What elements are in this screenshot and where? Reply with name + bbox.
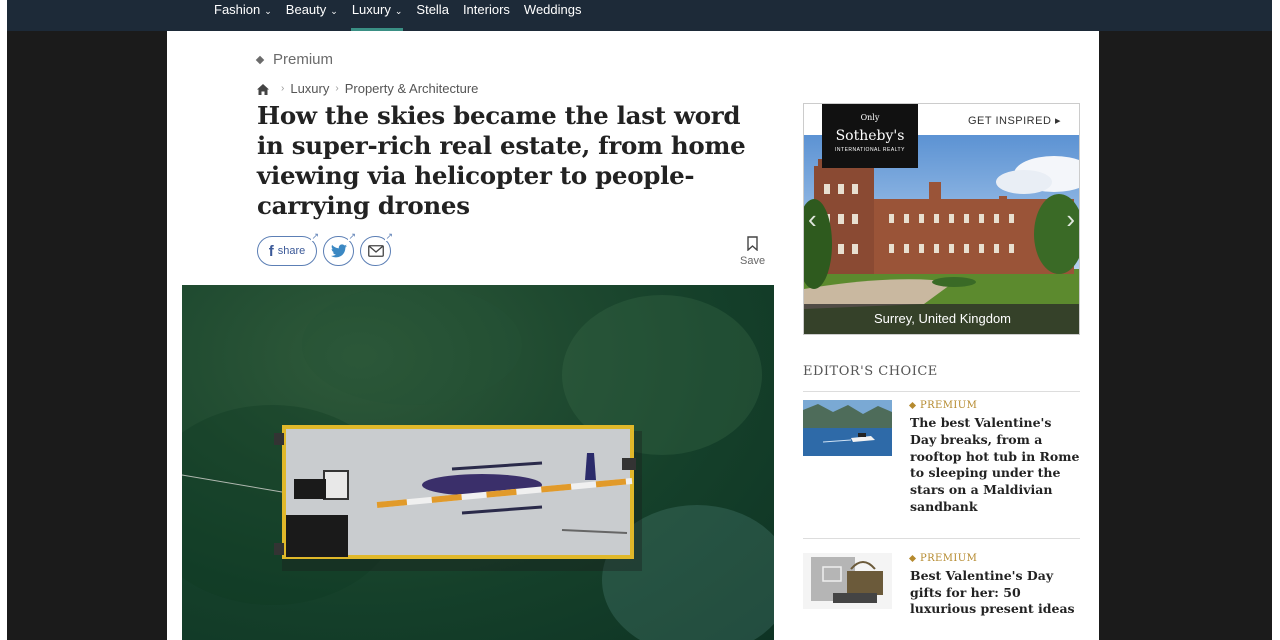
premium-label: Premium <box>273 51 334 68</box>
ad-caption: Surrey, United Kingdom <box>804 304 1079 334</box>
sothebys-advertisement[interactable]: Only Sotheby's INTERNATIONAL REALTY GET … <box>803 103 1080 335</box>
external-arrow-icon: ↗ <box>348 231 356 241</box>
nav-label: Luxury <box>351 2 391 17</box>
twitter-icon <box>330 244 347 258</box>
breadcrumb-separator: › <box>335 83 339 94</box>
article-container: Premium › Luxury › Property & Architectu… <box>167 31 1099 640</box>
premium-tag: Premium <box>255 51 334 68</box>
nav-item-beauty[interactable]: Beauty ⌄ <box>279 0 345 31</box>
boat-lake-image <box>803 400 892 456</box>
editors-choice-title: EDITOR'S CHOICE <box>803 364 1080 392</box>
nav-item-luxury[interactable]: Luxury ⌄ <box>345 0 410 31</box>
breadcrumb-property[interactable]: Property & Architecture <box>345 81 479 96</box>
helipad-illustration <box>182 425 642 571</box>
diamond-icon <box>908 401 917 410</box>
logo-only-text: Only <box>860 113 880 122</box>
breadcrumb-separator: › <box>281 83 285 94</box>
nav-label: Stella <box>416 2 449 17</box>
screen-border-left <box>0 0 7 640</box>
external-arrow-icon: ↗ <box>385 231 393 241</box>
get-inspired-link[interactable]: GET INSPIRED ▸ <box>968 114 1061 127</box>
nav-item-stella[interactable]: Stella <box>409 0 456 31</box>
nav-item-interiors[interactable]: Interiors <box>456 0 517 31</box>
editors-choice: EDITOR'S CHOICE PREMIUM The best Valenti… <box>803 364 1080 618</box>
premium-label: PREMIUM <box>920 552 978 564</box>
facebook-share-button[interactable]: f share ↗ <box>257 232 319 266</box>
external-arrow-icon: ↗ <box>311 231 319 241</box>
facebook-icon: f <box>268 242 274 260</box>
list-item-headline[interactable]: The best Valentine's Day breaks, from a … <box>910 415 1080 516</box>
premium-tag: PREMIUM <box>908 400 1080 411</box>
nav-label: Fashion <box>214 2 261 17</box>
screen-border-right <box>1272 0 1280 640</box>
hero-image-helipad <box>182 285 774 640</box>
diamond-icon <box>908 554 917 562</box>
list-item[interactable]: PREMIUM The best Valentine's Day breaks,… <box>803 392 1080 516</box>
chevron-down-icon: ⌄ <box>394 6 403 16</box>
share-buttons: f share ↗ ↗ ↗ <box>257 232 393 266</box>
list-item-headline[interactable]: Best Valentine's Day gifts for her: 50 l… <box>910 568 1080 618</box>
email-share-button[interactable]: ↗ <box>360 232 393 266</box>
breadcrumb: › Luxury › Property & Architecture <box>257 81 478 96</box>
gifts-image <box>803 552 892 609</box>
nav-item-fashion[interactable]: Fashion ⌄ <box>207 0 279 31</box>
thumbnail-boat[interactable] <box>803 400 892 456</box>
carousel-next-icon[interactable]: › <box>1066 204 1075 235</box>
nav-label: Weddings <box>523 2 582 17</box>
save-button[interactable]: Save <box>740 236 765 267</box>
breadcrumb-luxury[interactable]: Luxury <box>290 81 329 96</box>
envelope-icon <box>367 245 384 257</box>
premium-label: PREMIUM <box>920 400 978 411</box>
list-item-text: PREMIUM The best Valentine's Day breaks,… <box>908 400 1080 516</box>
thumbnail-gifts[interactable] <box>803 552 892 609</box>
twitter-share-button[interactable]: ↗ <box>323 232 356 266</box>
sothebys-logo: Only Sotheby's INTERNATIONAL REALTY <box>822 104 918 168</box>
list-item[interactable]: PREMIUM Best Valentine's Day gifts for h… <box>803 537 1080 618</box>
logo-brand-text: Sotheby's <box>835 128 905 144</box>
save-label: Save <box>740 255 766 267</box>
chevron-down-icon: ⌄ <box>330 6 338 16</box>
home-icon[interactable] <box>257 83 269 95</box>
facebook-share-label: share <box>277 245 306 257</box>
nav-item-weddings[interactable]: Weddings <box>517 0 589 31</box>
list-item-text: PREMIUM Best Valentine's Day gifts for h… <box>908 552 1080 618</box>
article-headline: How the skies became the last word in su… <box>257 101 746 220</box>
premium-tag: PREMIUM <box>908 552 1080 564</box>
nav-menu: Fashion ⌄ Beauty ⌄ Luxury ⌄ Stella Inter… <box>207 0 588 31</box>
nav-label: Interiors <box>462 2 510 17</box>
chevron-down-icon: ⌄ <box>264 6 272 16</box>
diamond-icon <box>255 55 265 64</box>
carousel-prev-icon[interactable]: ‹ <box>808 204 817 235</box>
logo-sub-text: INTERNATIONAL REALTY <box>835 147 905 153</box>
bookmark-icon <box>747 236 758 251</box>
top-navigation: Fashion ⌄ Beauty ⌄ Luxury ⌄ Stella Inter… <box>7 0 1272 31</box>
nav-label: Beauty <box>285 2 327 17</box>
